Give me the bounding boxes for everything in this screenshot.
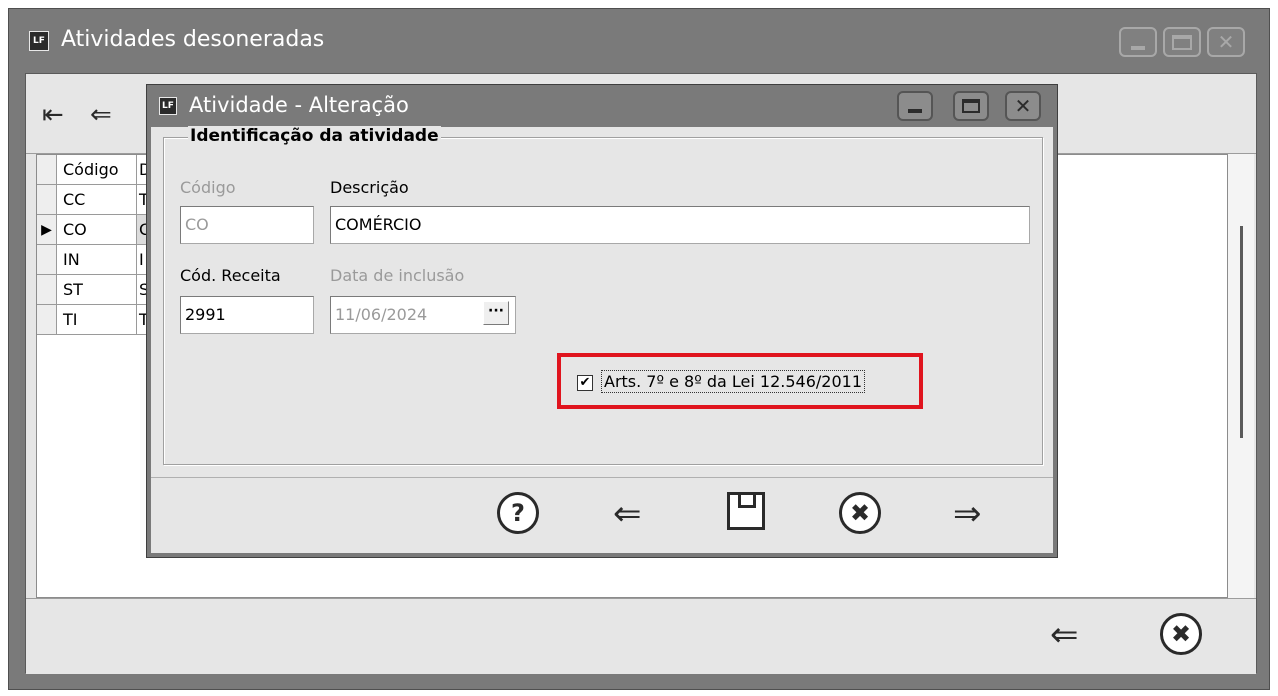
close-icon: ✕ bbox=[1217, 30, 1235, 54]
dialog-maximize-button[interactable] bbox=[953, 91, 989, 121]
scrollbar-thumb[interactable] bbox=[1240, 226, 1243, 438]
dialog-client-area: Identificação da atividade Código CO Des… bbox=[151, 126, 1053, 553]
grid-header-codigo[interactable]: Código bbox=[59, 155, 137, 184]
row-code: CO bbox=[59, 215, 137, 244]
data-inclusao-label: Data de inclusão bbox=[330, 266, 465, 285]
data-inclusao-value: 11/06/2024 bbox=[335, 305, 428, 324]
next-icon[interactable]: ⇒ bbox=[953, 494, 982, 534]
row-code: IN bbox=[59, 245, 137, 274]
highlight-box: ✔ Arts. 7º e 8º da Lei 12.546/2011 bbox=[557, 353, 923, 409]
row-pointer-icon: ▶ bbox=[37, 215, 57, 244]
row-code: CC bbox=[59, 185, 137, 214]
outer-close-button[interactable]: ✕ bbox=[1207, 27, 1245, 57]
minimize-icon bbox=[1131, 46, 1145, 50]
outer-window-title: Atividades desoneradas bbox=[61, 27, 325, 52]
close-icon: ✕ bbox=[1014, 94, 1032, 118]
date-picker-button[interactable]: ··· bbox=[483, 301, 509, 325]
codigo-label: Código bbox=[180, 178, 236, 197]
dialog-footer-toolbar: ? ⇐ ✖ ⇒ bbox=[151, 477, 1053, 553]
save-icon-shutter bbox=[738, 495, 756, 508]
grid-header-row: Código D bbox=[37, 155, 157, 185]
table-row[interactable]: TI T bbox=[37, 305, 157, 335]
lei-12546-checkbox-label[interactable]: Arts. 7º e 8º da Lei 12.546/2011 bbox=[601, 370, 865, 393]
dialog-app-icon: LF bbox=[159, 97, 177, 115]
row-code: TI bbox=[59, 305, 137, 334]
outer-footer-toolbar: ⇐ ✖ bbox=[26, 598, 1256, 674]
identification-groupbox: Identificação da atividade Código CO Des… bbox=[163, 126, 1043, 465]
group-title: Identificação da atividade bbox=[188, 126, 441, 146]
previous-icon[interactable]: ⇐ bbox=[613, 494, 642, 534]
table-row[interactable]: ▶ CO C bbox=[37, 215, 157, 245]
cod-receita-label: Cód. Receita bbox=[180, 266, 281, 285]
previous-record-icon[interactable]: ⇐ bbox=[90, 100, 112, 130]
outer-back-icon[interactable]: ⇐ bbox=[1050, 615, 1079, 655]
descricao-field[interactable]: COMÉRCIO bbox=[330, 206, 1030, 244]
outer-minimize-button[interactable] bbox=[1119, 27, 1157, 57]
row-code: ST bbox=[59, 275, 137, 304]
table-row[interactable]: ST S bbox=[37, 275, 157, 305]
help-icon[interactable]: ? bbox=[497, 492, 539, 534]
table-row[interactable]: IN I bbox=[37, 245, 157, 275]
lei-12546-checkbox[interactable]: ✔ bbox=[577, 375, 593, 391]
app-icon: LF bbox=[29, 31, 49, 51]
dialog-title: Atividade - Alteração bbox=[189, 93, 409, 117]
table-row[interactable]: CC T bbox=[37, 185, 157, 215]
row-indicator bbox=[37, 305, 57, 334]
outer-maximize-button[interactable] bbox=[1163, 27, 1201, 57]
data-inclusao-field: 11/06/2024 ··· bbox=[330, 296, 516, 334]
grid-header-indicator bbox=[37, 155, 57, 184]
first-record-icon[interactable]: ⇤ bbox=[42, 100, 64, 130]
descricao-label: Descrição bbox=[330, 178, 409, 197]
dialog-close-button[interactable]: ✕ bbox=[1005, 91, 1041, 121]
cod-receita-field[interactable]: 2991 bbox=[180, 296, 314, 334]
row-indicator bbox=[37, 245, 57, 274]
outer-title-bar[interactable]: LF Atividades desoneradas ✕ bbox=[9, 9, 1269, 73]
outer-cancel-icon[interactable]: ✖ bbox=[1160, 613, 1202, 655]
maximize-icon bbox=[1172, 35, 1192, 50]
maximize-icon bbox=[962, 99, 980, 113]
cancel-icon[interactable]: ✖ bbox=[839, 492, 881, 534]
codigo-field: CO bbox=[180, 206, 314, 244]
row-indicator bbox=[37, 185, 57, 214]
dialog-minimize-button[interactable] bbox=[897, 91, 933, 121]
minimize-icon bbox=[908, 109, 922, 113]
save-icon[interactable] bbox=[727, 492, 765, 530]
row-indicator bbox=[37, 275, 57, 304]
activity-edit-dialog: LF Atividade - Alteração ✕ Identificação… bbox=[146, 84, 1058, 558]
grid-scrollbar[interactable] bbox=[1228, 154, 1254, 598]
